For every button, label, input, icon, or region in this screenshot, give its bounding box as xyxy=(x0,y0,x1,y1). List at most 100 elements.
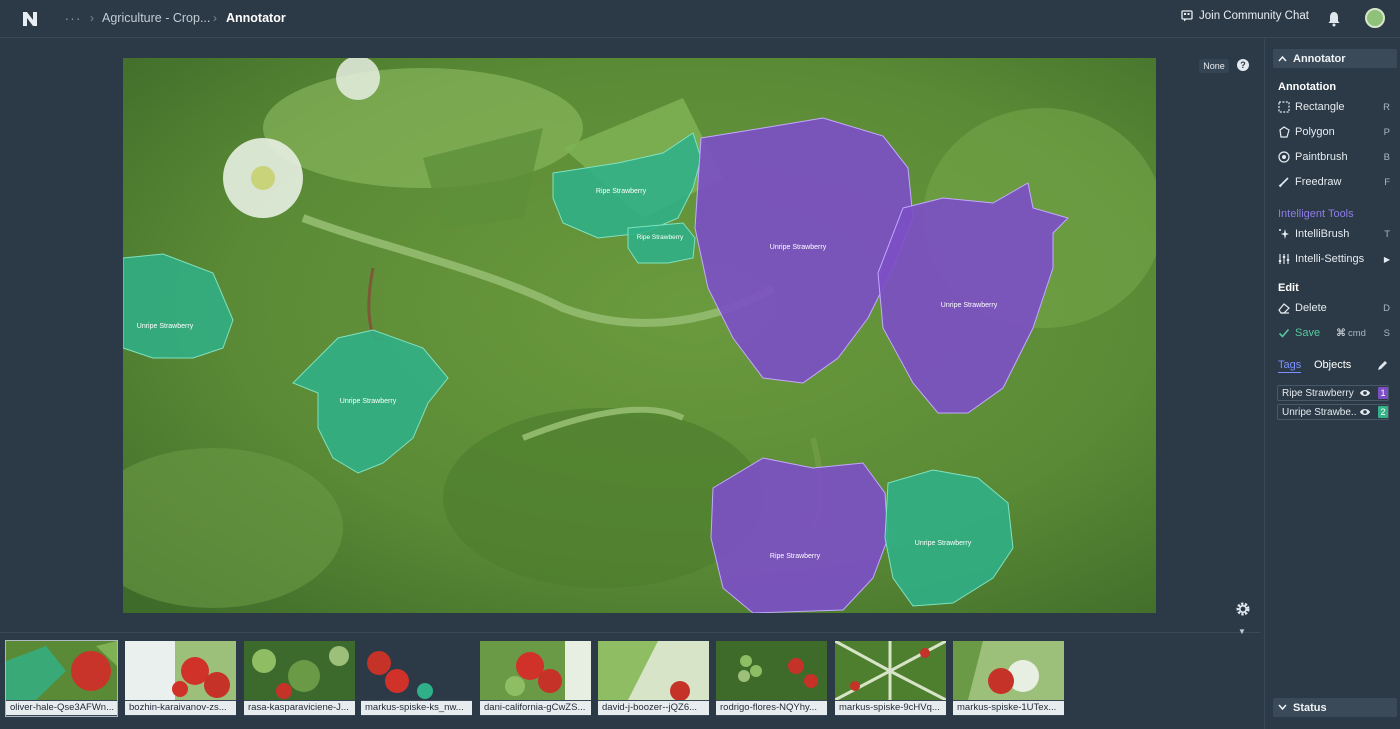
polygon-tool-label: Polygon xyxy=(1295,126,1335,138)
tag-row-ripe[interactable]: Ripe Strawberry 1 xyxy=(1277,385,1389,401)
thumbnail-name: rasa-kasparaviciene-J... xyxy=(244,701,355,715)
save-modifier: cmd xyxy=(1348,327,1366,339)
flower-shape xyxy=(336,58,380,100)
thumbnail-item[interactable]: rasa-kasparaviciene-J... xyxy=(244,641,355,716)
thumbnail-item[interactable]: markus-spiske-9cHVq... xyxy=(835,641,946,716)
annotation-label: Unripe Strawberry xyxy=(770,244,827,251)
annotation-label: Ripe Strawberry xyxy=(637,234,684,241)
annotation-mask-ripe-bottom[interactable]: Ripe Strawberry xyxy=(710,457,889,613)
notification-bell-icon[interactable] xyxy=(1327,11,1341,27)
thumbnail-image xyxy=(244,641,355,700)
breadcrumb-separator-icon: › xyxy=(213,11,217,25)
join-community-chat-button[interactable]: Join Community Chat xyxy=(1181,10,1309,22)
sidebar-tabs: Tags Objects xyxy=(1278,359,1390,375)
thumbnail-item[interactable]: dani-california-gCwZS... xyxy=(480,641,591,716)
check-icon xyxy=(1278,328,1290,338)
delete-label: Delete xyxy=(1295,302,1327,314)
chevron-down-icon[interactable]: ▼ xyxy=(1238,627,1246,636)
eye-icon[interactable] xyxy=(1359,388,1371,398)
tab-tags[interactable]: Tags xyxy=(1278,359,1302,373)
intelli-settings-label: Intelli-Settings xyxy=(1295,253,1365,265)
tab-objects[interactable]: Objects xyxy=(1314,359,1351,371)
eye-icon[interactable] xyxy=(1359,407,1371,417)
annotation-label: Ripe Strawberry xyxy=(596,188,647,195)
annotation-label: Unripe Strawberry xyxy=(941,302,998,309)
paintbrush-icon xyxy=(1278,151,1290,163)
thumbnail-item[interactable]: markus-spiske-1UTex... xyxy=(953,641,1064,716)
thumbnail-name: markus-spiske-1UTex... xyxy=(953,701,1064,715)
breadcrumb-more-icon[interactable]: ··· xyxy=(62,10,84,28)
annotated-image[interactable]: Unripe Strawberry Unripe Strawberry Ripe… xyxy=(123,58,1156,613)
thumbnail-image xyxy=(361,641,472,700)
status-panel-header[interactable]: Status xyxy=(1273,698,1397,717)
thumbnail-image xyxy=(125,641,236,700)
thumbnail-name: oliver-hale-Qse3AFWn... xyxy=(6,701,117,715)
eraser-icon xyxy=(1278,303,1290,314)
tag-row-unripe[interactable]: Unripe Strawbe... 2 xyxy=(1277,404,1389,420)
breadcrumb-separator-icon: › xyxy=(90,11,94,25)
image-canvas-svg[interactable]: Unripe Strawberry Unripe Strawberry Ripe… xyxy=(123,58,1156,613)
intelli-settings-button[interactable]: Intelli-Settings ▶ xyxy=(1278,251,1390,267)
page-title: Annotator xyxy=(226,11,286,25)
annotation-label: Ripe Strawberry xyxy=(770,553,821,560)
thumbnail-image xyxy=(480,641,591,700)
thumbnail-item[interactable]: bozhin-karaivanov-zs... xyxy=(125,641,236,716)
thumbnail-item[interactable]: rodrigo-flores-NQYhy... xyxy=(716,641,827,716)
rectangle-icon xyxy=(1278,101,1290,113)
filmstrip-divider xyxy=(0,632,1260,633)
freedraw-shortcut: F xyxy=(1384,176,1390,188)
thumbnail-image xyxy=(6,641,117,700)
leaf-shape xyxy=(263,68,583,188)
thumbnail-name: dani-california-gCwZS... xyxy=(480,701,591,715)
rectangle-tool-label: Rectangle xyxy=(1295,101,1345,113)
thumbnail-image xyxy=(835,641,946,700)
edit-section-title: Edit xyxy=(1278,282,1299,294)
thumbnail-item[interactable]: david-j-boozer--jQZ6... xyxy=(598,641,709,716)
annotation-mask-unripe-small[interactable]: Ripe Strawberry xyxy=(627,222,696,264)
app-logo-icon[interactable] xyxy=(21,10,39,28)
thumbnail-image xyxy=(716,641,827,700)
breadcrumb-project[interactable]: Agriculture - Crop... xyxy=(102,11,210,25)
top-bar: ··· › Agriculture - Crop... › Annotator … xyxy=(0,0,1400,38)
save-button[interactable]: Save ⌘ cmd S xyxy=(1278,325,1390,341)
freedraw-tool-label: Freedraw xyxy=(1295,176,1342,188)
paintbrush-tool-label: Paintbrush xyxy=(1295,151,1348,163)
polygon-icon xyxy=(1279,126,1290,138)
user-avatar[interactable] xyxy=(1365,8,1385,28)
pencil-icon[interactable] xyxy=(1377,360,1388,371)
right-sidebar xyxy=(1264,39,1400,729)
save-label: Save xyxy=(1295,327,1321,339)
sliders-icon xyxy=(1278,254,1290,264)
freedraw-tool-button[interactable]: Freedraw F xyxy=(1278,174,1390,190)
flower-center xyxy=(251,166,275,190)
delete-button[interactable]: Delete D xyxy=(1278,300,1390,316)
annotator-panel-header[interactable]: Annotator xyxy=(1273,49,1397,68)
chevron-right-icon: ▶ xyxy=(1383,254,1390,264)
intellibrush-tool-label: IntelliBrush xyxy=(1295,228,1350,240)
tag-label: Unripe Strawbe... xyxy=(1282,406,1356,418)
gear-icon[interactable] xyxy=(1235,601,1251,617)
rectangle-tool-button[interactable]: Rectangle R xyxy=(1278,99,1390,115)
chevron-down-icon xyxy=(1278,704,1287,711)
thumbnail-item[interactable]: oliver-hale-Qse3AFWn... xyxy=(5,640,118,717)
delete-shortcut: D xyxy=(1383,302,1390,314)
annotator-panel-title: Annotator xyxy=(1293,52,1346,65)
chevron-up-icon xyxy=(1278,55,1287,62)
tag-label: Ripe Strawberry xyxy=(1282,387,1354,399)
status-panel-title: Status xyxy=(1293,701,1327,714)
tag-count-badge: 2 xyxy=(1378,406,1388,418)
view-filter-select[interactable]: None xyxy=(1199,59,1229,73)
intellibrush-shortcut: T xyxy=(1384,228,1390,240)
thumbnail-item[interactable]: markus-spiske-ks_nw... xyxy=(361,641,472,716)
chat-icon xyxy=(1181,10,1193,22)
annotation-label: Unripe Strawberry xyxy=(915,540,972,547)
help-icon[interactable]: ? xyxy=(1237,59,1249,71)
polygon-tool-button[interactable]: Polygon P xyxy=(1278,124,1390,140)
thumbnail-name: bozhin-karaivanov-zs... xyxy=(125,701,236,715)
annotation-section-title: Annotation xyxy=(1278,81,1337,93)
annotation-label: Unripe Strawberry xyxy=(137,323,194,330)
intellibrush-tool-button[interactable]: IntelliBrush T xyxy=(1278,226,1390,242)
polygon-shortcut: P xyxy=(1383,126,1390,138)
thumbnail-image xyxy=(953,641,1064,700)
paintbrush-tool-button[interactable]: Paintbrush B xyxy=(1278,149,1390,165)
